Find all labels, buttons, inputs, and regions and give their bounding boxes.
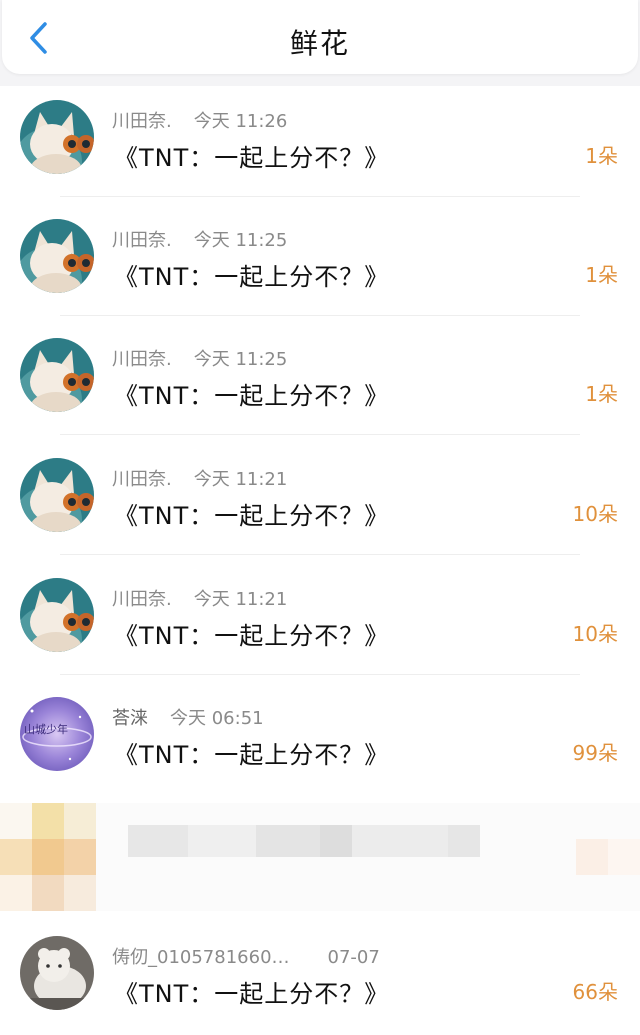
sender-name[interactable]: 川田奈. — [112, 230, 172, 251]
send-time: 07-07 — [327, 947, 380, 968]
avatar[interactable] — [20, 219, 94, 293]
list-item[interactable]: 川田奈. 今天 11:21 《TNT：一起上分不？》 10朵 — [0, 444, 640, 563]
item-meta: 川田奈. 今天 11:25 — [112, 226, 287, 252]
divider — [60, 434, 580, 435]
list-item[interactable]: 川田奈. 今天 11:25 《TNT：一起上分不？》 1朵 — [0, 205, 640, 324]
flower-count: 1朵 — [585, 382, 618, 406]
item-meta: 荅涞 今天 06:51 — [112, 704, 264, 730]
avatar[interactable] — [20, 578, 94, 652]
sender-name[interactable]: 川田奈. — [112, 589, 172, 610]
send-time: 今天 06:51 — [170, 708, 264, 729]
item-meta: 川田奈. 今天 11:21 — [112, 465, 287, 491]
send-time: 今天 11:21 — [193, 589, 288, 610]
list-item[interactable]: 川田奈. 今天 11:21 《TNT：一起上分不？》 10朵 — [0, 564, 640, 683]
flower-count: 10朵 — [572, 622, 618, 646]
divider — [60, 674, 580, 675]
sender-name[interactable]: 川田奈. — [112, 349, 172, 370]
flower-count: 66朵 — [572, 980, 618, 1004]
avatar[interactable]: 山城少年 — [20, 697, 94, 771]
gift-message: 《TNT：一起上分不？》 — [114, 382, 390, 410]
gift-message: 《TNT：一起上分不？》 — [114, 980, 390, 1008]
list-item[interactable]: 川田奈. 今天 11:26 《TNT：一起上分不？》 1朵 — [0, 86, 640, 205]
top-bar: 鲜花 — [2, 0, 638, 74]
divider — [60, 196, 580, 197]
send-time: 今天 11:21 — [193, 469, 288, 490]
gift-message: 《TNT：一起上分不？》 — [114, 144, 390, 172]
sender-name[interactable]: 川田奈. — [112, 111, 172, 132]
list-item[interactable]: 俦仞_0105781660… 07-07 《TNT：一起上分不？》 66朵 — [0, 922, 640, 1035]
blurred-list-item — [0, 803, 640, 911]
list-item[interactable]: 川田奈. 今天 11:25 《TNT：一起上分不？》 1朵 — [0, 324, 640, 443]
flower-count: 99朵 — [572, 741, 618, 765]
item-meta: 川田奈. 今天 11:26 — [112, 107, 287, 133]
gift-message: 《TNT：一起上分不？》 — [114, 502, 390, 530]
item-meta: 俦仞_0105781660… 07-07 — [112, 943, 380, 969]
divider — [60, 554, 580, 555]
send-time: 今天 11:25 — [193, 230, 288, 251]
avatar[interactable] — [20, 338, 94, 412]
flower-record-list: 川田奈. 今天 11:26 《TNT：一起上分不？》 1朵 川田奈. 今天 11:2… — [0, 86, 640, 1035]
flower-count: 1朵 — [585, 263, 618, 287]
send-time: 今天 11:26 — [193, 111, 288, 132]
avatar[interactable] — [20, 458, 94, 532]
avatar[interactable] — [20, 936, 94, 1010]
divider — [60, 315, 580, 316]
sender-name[interactable]: 川田奈. — [112, 469, 172, 490]
avatar[interactable] — [20, 100, 94, 174]
flower-count: 1朵 — [585, 144, 618, 168]
sender-name[interactable]: 俦仞_0105781660… — [112, 947, 290, 968]
page-title: 鲜花 — [289, 27, 350, 60]
item-meta: 川田奈. 今天 11:25 — [112, 345, 287, 371]
list-item[interactable]: 山城少年 荅涞 今天 06:51 《TNT：一起上分不？》 99朵 — [0, 683, 640, 802]
sender-name[interactable]: 荅涞 — [112, 708, 148, 729]
gift-message: 《TNT：一起上分不？》 — [114, 263, 390, 291]
gift-message: 《TNT：一起上分不？》 — [114, 622, 390, 650]
flower-count: 10朵 — [572, 502, 618, 526]
send-time: 今天 11:25 — [193, 349, 288, 370]
avatar-text: 山城少年 — [24, 722, 68, 736]
item-meta: 川田奈. 今天 11:21 — [112, 585, 287, 611]
gift-message: 《TNT：一起上分不？》 — [114, 741, 390, 769]
